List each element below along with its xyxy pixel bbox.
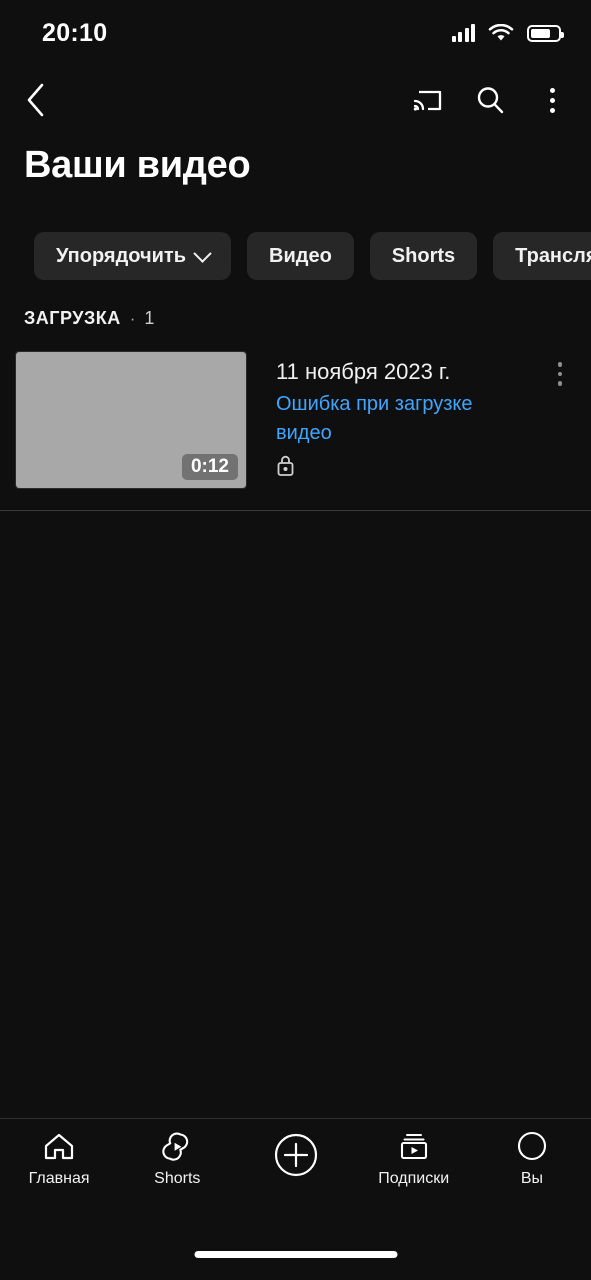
status-icons bbox=[451, 23, 564, 43]
list-divider bbox=[0, 510, 591, 511]
nav-label: Подписки bbox=[378, 1170, 450, 1187]
video-item-menu-button[interactable] bbox=[529, 352, 591, 488]
nav-item-you[interactable]: Вы bbox=[473, 1131, 591, 1188]
privacy-status bbox=[276, 454, 529, 477]
chip-label: Трансляции bbox=[515, 244, 591, 267]
youtube-your-videos-screen: 20:10 Ваши видео Упорядочить Видео Short… bbox=[0, 0, 591, 1280]
nav-item-shorts[interactable]: Shorts bbox=[118, 1131, 236, 1188]
nav-item-create[interactable] bbox=[236, 1131, 354, 1179]
create-plus-icon bbox=[272, 1131, 320, 1179]
chip-label: Видео bbox=[269, 244, 332, 267]
more-vertical-icon bbox=[549, 87, 555, 113]
section-label: ЗАГРУЗКА bbox=[24, 308, 121, 328]
home-icon bbox=[42, 1131, 76, 1163]
status-bar: 20:10 bbox=[0, 0, 591, 66]
chip-label: Упорядочить bbox=[56, 244, 187, 267]
back-button[interactable] bbox=[0, 82, 72, 118]
video-date: 11 ноября 2023 г. bbox=[276, 359, 451, 384]
chevron-down-icon bbox=[193, 243, 212, 263]
nav-item-home[interactable]: Главная bbox=[0, 1131, 118, 1188]
chip-label: Shorts bbox=[391, 244, 456, 267]
cast-button[interactable] bbox=[397, 87, 459, 113]
wifi-icon bbox=[488, 23, 514, 43]
chip-videos[interactable]: Видео bbox=[247, 232, 354, 280]
overflow-menu-button[interactable] bbox=[521, 87, 583, 113]
chip-live[interactable]: Трансляции bbox=[493, 232, 591, 280]
shorts-icon bbox=[160, 1131, 194, 1163]
video-thumbnail-wrapper[interactable]: 0:12 bbox=[15, 351, 247, 489]
section-separator: · bbox=[129, 309, 136, 328]
chip-shorts[interactable]: Shorts bbox=[369, 232, 478, 280]
search-button[interactable] bbox=[459, 85, 521, 115]
status-time: 20:10 bbox=[42, 18, 108, 47]
account-avatar-icon bbox=[515, 1131, 549, 1163]
lock-icon bbox=[276, 454, 529, 477]
cast-icon bbox=[413, 87, 443, 113]
battery-icon bbox=[527, 24, 564, 42]
section-header: ЗАГРУЗКА · 1 bbox=[24, 308, 154, 329]
bottom-navigation-bar: Главная Shorts Подписки Вы bbox=[0, 1118, 591, 1222]
page-title: Ваши видео bbox=[24, 144, 251, 186]
nav-item-subscriptions[interactable]: Подписки bbox=[355, 1131, 473, 1188]
app-bar bbox=[0, 66, 591, 134]
nav-label: Shorts bbox=[154, 1170, 201, 1187]
search-icon bbox=[475, 85, 505, 115]
nav-label: Вы bbox=[520, 1170, 543, 1187]
video-metadata: 11 ноября 2023 г. Ошибка при загрузке ви… bbox=[246, 352, 529, 488]
back-chevron-icon bbox=[25, 82, 47, 118]
video-error-text[interactable]: Ошибка при загрузке видео bbox=[276, 390, 529, 448]
video-duration-badge: 0:12 bbox=[181, 454, 238, 480]
cellular-signal-icon bbox=[451, 24, 475, 42]
chip-sort[interactable]: Упорядочить bbox=[34, 232, 232, 280]
subscriptions-icon bbox=[397, 1131, 431, 1163]
section-count: 1 bbox=[144, 308, 155, 328]
home-indicator bbox=[194, 1251, 397, 1258]
more-vertical-icon bbox=[557, 362, 563, 488]
nav-label: Главная bbox=[28, 1170, 90, 1187]
filter-chip-row[interactable]: Упорядочить Видео Shorts Трансляции bbox=[0, 231, 591, 281]
video-list-item[interactable]: 0:12 11 ноября 2023 г. Ошибка при загруз… bbox=[0, 351, 591, 489]
